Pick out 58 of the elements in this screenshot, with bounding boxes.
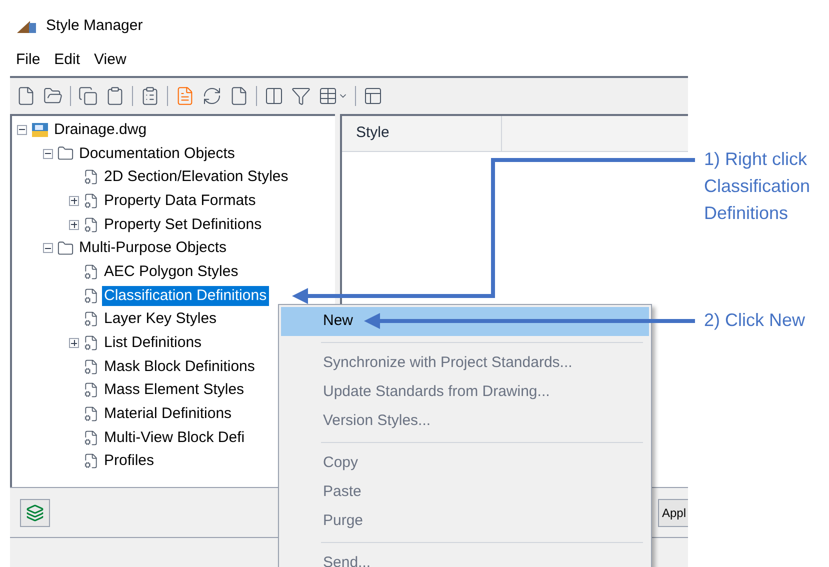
style-icon [83, 192, 99, 209]
view-dropdown[interactable] [318, 86, 348, 106]
style-icon [83, 430, 99, 446]
tree-item[interactable]: Property Set Definitions [102, 214, 264, 235]
tree-item[interactable]: Drainage.dwg [52, 120, 149, 140]
menu-item[interactable]: Edit [54, 48, 80, 72]
annotation-text: 1) Right click Classification Definitions [704, 148, 812, 225]
collapse-toggle[interactable] [43, 243, 53, 254]
menu-item[interactable]: File [16, 48, 40, 72]
table-icon [318, 86, 338, 106]
purge-icon[interactable] [140, 86, 160, 106]
style-icon [83, 216, 99, 233]
tree-item[interactable]: Multi-View Block Defi [102, 428, 247, 448]
style-icon [83, 406, 99, 422]
tree-item[interactable]: Documentation Objects [77, 144, 237, 164]
style-icon [83, 335, 99, 352]
tree-item[interactable]: Mask Block Definitions [102, 356, 257, 377]
compare-icon[interactable] [264, 86, 284, 106]
apply-button[interactable]: Appl [658, 498, 688, 526]
collapse-toggle[interactable] [17, 124, 27, 135]
expand-toggle[interactable] [69, 220, 79, 230]
tree-item[interactable]: Mass Element Styles [102, 380, 246, 400]
style-icon [83, 264, 99, 280]
panel-icon[interactable] [363, 86, 383, 106]
style-icon [83, 169, 99, 186]
copy-icon[interactable] [78, 86, 98, 106]
open-icon[interactable] [43, 86, 63, 106]
filter-icon[interactable] [291, 86, 311, 106]
layers-icon [26, 504, 44, 522]
style-icon [83, 382, 99, 398]
annotation-text: 2) Click New [704, 309, 806, 332]
collapse-toggle[interactable] [43, 148, 53, 159]
tree-item[interactable]: Layer Key Styles [102, 309, 219, 330]
style-icon [83, 358, 99, 375]
tree-item[interactable]: 2D Section/Elevation Styles [102, 167, 290, 188]
synchronize-icon[interactable] [202, 86, 222, 106]
window-title: Style Manager [46, 16, 143, 36]
edit-style-icon[interactable] [175, 86, 195, 106]
tree-item[interactable]: Multi-Purpose Objects [77, 238, 229, 258]
tree-item[interactable]: AEC Polygon Styles [102, 262, 240, 282]
expand-toggle[interactable] [69, 196, 79, 206]
icon-button[interactable] [20, 498, 50, 526]
menu-item[interactable]: View [94, 48, 126, 72]
new-icon[interactable] [16, 86, 36, 106]
style-icon [83, 453, 99, 470]
tree-item[interactable]: Material Definitions [102, 404, 234, 424]
drawing-file-icon [31, 122, 49, 138]
tree-item[interactable]: List Definitions [102, 333, 204, 354]
document-icon[interactable] [229, 86, 249, 106]
style-icon [83, 311, 99, 328]
expand-toggle[interactable] [69, 338, 79, 348]
tree-item[interactable]: Profiles [102, 451, 156, 472]
folder-icon [57, 145, 74, 162]
paste-icon[interactable] [105, 86, 125, 106]
tree-item[interactable]: Property Data Formats [102, 190, 258, 211]
folder-icon [57, 240, 74, 257]
tree-item[interactable]: Classification Definitions [102, 286, 269, 306]
style-icon [83, 288, 99, 304]
